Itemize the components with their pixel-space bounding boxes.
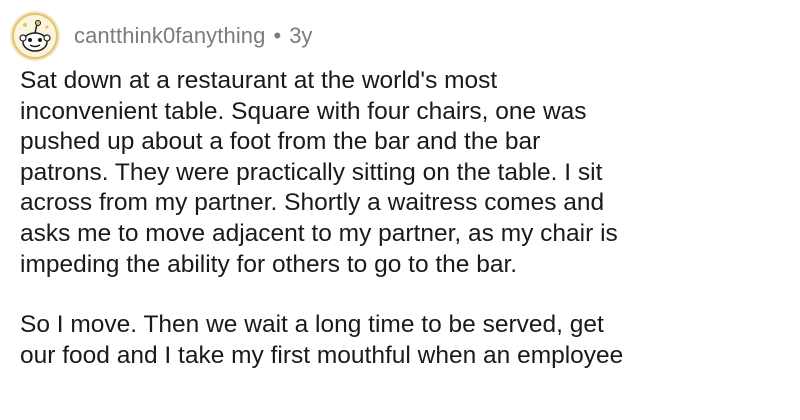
snoo-avatar-icon (10, 11, 60, 61)
comment-header: cantthink0fanything • 3y (10, 10, 312, 62)
text-line: pushed up about a foot from the bar and … (20, 128, 541, 156)
meta-separator: • (273, 23, 282, 48)
text-line: impeding the ability for others to go to… (20, 250, 518, 278)
text-line: Sat down at a restaurant at the world's … (20, 67, 498, 94)
text-line: across from my partner. Shortly a waitre… (20, 189, 605, 217)
text-line: our food and I take my first mouthful wh… (20, 341, 624, 369)
comment-body: Sat down at a restaurant at the world's … (20, 66, 788, 371)
author-username[interactable]: cantthink0fanything (74, 23, 265, 49)
comment-paragraph-1: Sat down at a restaurant at the world's … (20, 66, 788, 280)
text-line: inconvenient table. Square with four cha… (20, 97, 587, 125)
comment-paragraph-2: So I move. Then we wait a long time to b… (20, 310, 788, 371)
avatar[interactable] (10, 11, 60, 61)
comment-age: 3y (289, 23, 313, 48)
text-line: asks me to move adjacent to my partner, … (20, 219, 618, 247)
comment: cantthink0fanything • 3y Sat down at a r… (0, 0, 800, 420)
text-line: patrons. They were practically sitting o… (20, 158, 603, 186)
text-line: So I move. Then we wait a long time to b… (20, 311, 604, 339)
